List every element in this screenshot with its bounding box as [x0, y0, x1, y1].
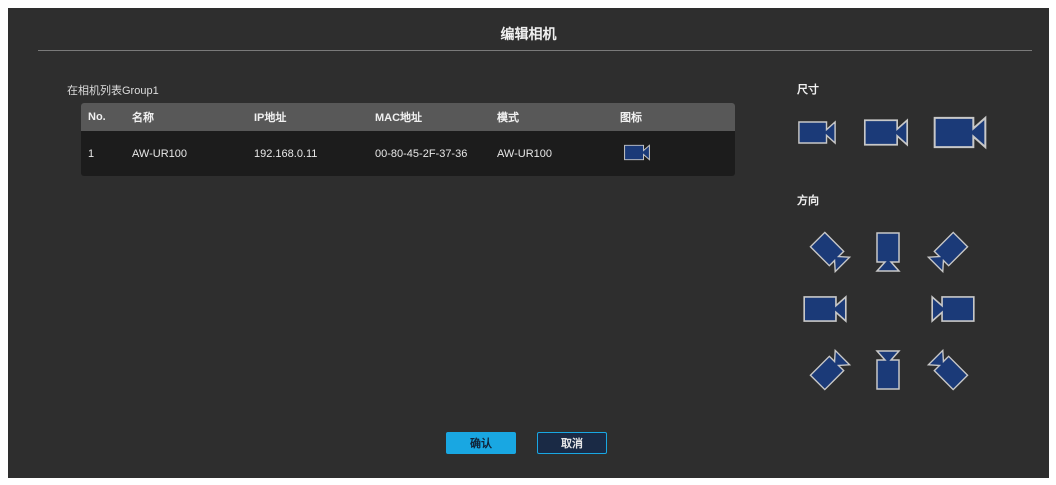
column-header-model: 模式 [497, 112, 519, 124]
camera-left-icon[interactable] [802, 294, 848, 324]
camera-up-icon[interactable] [862, 226, 914, 278]
cell-no: 1 [88, 147, 95, 160]
cell-mac: 00-80-45-2F-37-36 [375, 147, 468, 160]
direction-label: 方向 [797, 195, 819, 207]
column-header-mac: MAC地址 [375, 112, 423, 124]
camera-medium-icon[interactable] [862, 118, 910, 147]
column-header-name: 名称 [132, 112, 154, 124]
camera-down-left-icon[interactable] [804, 344, 856, 396]
camera-icon [623, 144, 651, 164]
confirm-button[interactable]: 确认 [446, 432, 516, 454]
cell-model: AW-UR100 [497, 147, 553, 160]
camera-large-icon[interactable] [932, 114, 988, 151]
camera-list-caption: 在相机列表Group1 [67, 85, 159, 97]
camera-right-icon[interactable] [930, 294, 976, 324]
cancel-button[interactable]: 取消 [537, 432, 607, 454]
camera-up-left-icon[interactable] [804, 226, 856, 278]
camera-down-right-icon[interactable] [922, 344, 974, 396]
column-header-no: No. [88, 111, 106, 123]
table-row[interactable]: 1 AW-UR100 192.168.0.11 00-80-45-2F-37-3… [81, 131, 735, 176]
cell-ip: 192.168.0.11 [254, 147, 318, 160]
cell-icon [620, 131, 651, 176]
camera-up-right-icon[interactable] [922, 226, 974, 278]
table-header: No. 名称 IP地址 MAC地址 模式 图标 [81, 103, 735, 131]
dialog-title: 编辑相机 [500, 26, 557, 42]
camera-table: No. 名称 IP地址 MAC地址 模式 图标 1 AW-UR100 192.1… [81, 103, 735, 176]
camera-small-icon[interactable] [797, 120, 837, 145]
cell-name: AW-UR100 [132, 147, 188, 160]
size-label: 尺寸 [797, 84, 819, 96]
title-divider [38, 50, 1032, 51]
camera-down-icon[interactable] [862, 344, 914, 396]
column-header-icon: 图标 [620, 112, 642, 124]
edit-camera-dialog: 编辑相机 在相机列表Group1 No. 名称 IP地址 MAC地址 模式 图标… [8, 8, 1049, 478]
column-header-ip: IP地址 [254, 112, 287, 124]
